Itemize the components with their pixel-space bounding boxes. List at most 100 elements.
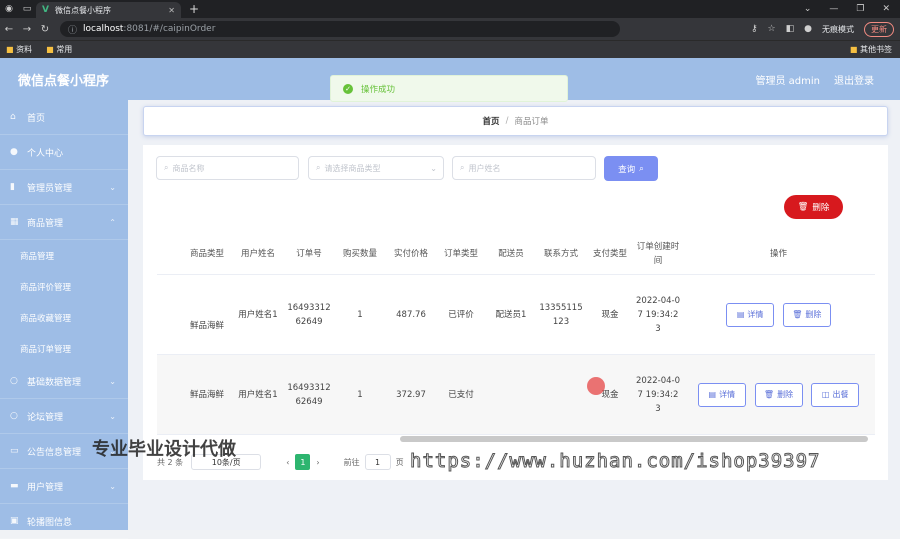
- new-tab-icon[interactable]: +: [189, 2, 199, 16]
- key-icon[interactable]: ⚷: [751, 24, 758, 34]
- notice-icon: ▭: [10, 446, 19, 456]
- url-path: :8081/#/caipinOrder: [123, 24, 216, 34]
- table-cell: 1649331262649: [287, 382, 331, 407]
- success-toast: ✓ 操作成功: [330, 75, 568, 102]
- restore-icon[interactable]: ❐: [856, 4, 864, 14]
- detail-label: 详情: [747, 309, 764, 319]
- sidebar-item-carousel[interactable]: ▣ 轮播图信息: [0, 504, 128, 539]
- goods-type-placeholder: 请选择商品类型: [324, 163, 381, 173]
- chevron-down-icon: ⌄: [109, 376, 116, 386]
- table-header-cell: 用户姓名: [240, 248, 275, 259]
- table-header-cell: 联系方式: [543, 248, 578, 259]
- sidebar: ⌂ 首页 ● 个人中心 ▮ 管理员管理 ⌄ ▦ 商品管理 ⌃ 商品管理 商品评价管理 商品收…: [0, 100, 128, 539]
- tab-icon: ▭: [22, 4, 32, 14]
- bookmark-item[interactable]: ■ 资料: [6, 44, 32, 55]
- forward-icon[interactable]: →: [18, 24, 36, 35]
- detail-button[interactable]: ▤ 详情: [726, 302, 775, 327]
- chevron-down-icon: ⌄: [109, 481, 116, 491]
- search-icon: ⌕: [164, 163, 169, 172]
- logout-link[interactable]: 退出登录: [834, 72, 874, 87]
- serve-icon: ◫: [821, 389, 830, 399]
- update-button[interactable]: 更新: [864, 21, 894, 37]
- back-icon[interactable]: ←: [0, 24, 18, 35]
- table-cell: 已支付: [448, 389, 474, 400]
- incognito-label: 无痕模式: [822, 24, 854, 34]
- jump-input[interactable]: 1: [364, 454, 391, 470]
- watermark-right: https://www.huzhan.com/ishop39397: [410, 450, 821, 473]
- user-icon: ●: [10, 147, 18, 157]
- search-icon: ⌕: [316, 163, 321, 172]
- browser-tab[interactable]: V 微信点餐小程序 ✕: [36, 2, 181, 18]
- sidebar-item-admin[interactable]: ▮ 管理员管理 ⌄: [0, 170, 128, 205]
- chevron-down-icon[interactable]: ⌄: [804, 4, 812, 14]
- sidebar-item-home[interactable]: ⌂ 首页: [0, 100, 128, 135]
- toast-message: 操作成功: [361, 84, 396, 95]
- batch-delete-button[interactable]: 🗑 删除: [784, 195, 843, 219]
- close-icon[interactable]: ✕: [882, 4, 890, 14]
- sidebar-subitem-goods[interactable]: 商品管理: [0, 240, 128, 271]
- horizontal-scrollbar[interactable]: [400, 436, 868, 442]
- actions-cell: ▤ 详情 🗑 删除: [682, 302, 875, 327]
- folder-icon: ■: [849, 45, 858, 54]
- sidebar-item-forum[interactable]: ○ 论坛管理 ⌄: [0, 399, 128, 434]
- sidebar-item-profile[interactable]: ● 个人中心: [0, 135, 128, 170]
- user-name-input[interactable]: ⌕ 用户姓名: [452, 156, 596, 180]
- sidebar-item-label: 商品管理: [27, 218, 64, 229]
- next-page-icon[interactable]: ›: [316, 458, 319, 467]
- sidebar-item-label: 论坛管理: [27, 412, 64, 423]
- reload-icon[interactable]: ↻: [36, 24, 54, 35]
- table-cell: 现金: [601, 309, 619, 320]
- sidebar-item-basedata[interactable]: ○ 基础数据管理 ⌄: [0, 364, 128, 399]
- table-cell: 用户姓名1: [238, 309, 278, 320]
- app-title: 微信点餐小程序: [18, 73, 110, 89]
- sidepanel-icon[interactable]: ◧: [786, 24, 795, 34]
- table-header-cell: 实付价格: [393, 248, 428, 259]
- table-cell: 2022-04-07 19:34:23: [636, 375, 680, 414]
- info-icon: ⓘ: [68, 25, 78, 36]
- minimize-icon[interactable]: —: [829, 4, 838, 14]
- table-cell: 用户姓名1: [238, 389, 278, 400]
- table-header-cell: 购买数量: [342, 248, 377, 259]
- table-cell: 372.97: [396, 389, 426, 400]
- delete-button[interactable]: 🗑 删除: [754, 382, 803, 407]
- serve-button[interactable]: ◫ 出餐: [811, 382, 860, 407]
- sidebar-subitem-favorites[interactable]: 商品收藏管理: [0, 302, 128, 333]
- grid-icon: ▦: [10, 217, 19, 227]
- sidebar-subitem-reviews[interactable]: 商品评价管理: [0, 271, 128, 302]
- delete-label: 删除: [777, 389, 794, 399]
- table-header-cell: 商品类型: [189, 248, 224, 259]
- sidebar-item-goods[interactable]: ▦ 商品管理 ⌃: [0, 205, 128, 240]
- table-row: 鲜品海鲜 用户姓名1 1649331262649 1 372.97 已支付 现金…: [157, 355, 875, 435]
- sidebar-item-label: 首页: [27, 113, 46, 124]
- bookmark-other[interactable]: ■ 其他书签: [850, 44, 900, 55]
- goods-type-select[interactable]: ⌕ 请选择商品类型 ⌄: [308, 156, 444, 180]
- table-header-cell: 订单号: [296, 248, 322, 259]
- goods-name-input[interactable]: ⌕ 商品名称: [156, 156, 299, 180]
- browser-menu-icon[interactable]: ◉: [0, 0, 18, 18]
- bookmarks-bar: ■ 资料 ■ 常用 ■ 其他书签: [0, 40, 900, 58]
- close-tab-icon[interactable]: ✕: [168, 6, 175, 15]
- window-controls: ⌄ — ❐ ✕: [804, 4, 900, 14]
- prev-page-icon[interactable]: ‹: [286, 458, 289, 467]
- page-number-current[interactable]: 1: [295, 454, 311, 470]
- url-field[interactable]: ⓘ localhost:8081/#/caipinOrder: [60, 21, 620, 37]
- star-icon[interactable]: ☆: [768, 24, 776, 34]
- search-button[interactable]: 查询 ⌕: [604, 156, 658, 181]
- table-header-cell: 操作: [769, 248, 787, 259]
- batch-delete-label: 删除: [812, 203, 830, 213]
- delete-button[interactable]: 🗑 删除: [782, 302, 831, 327]
- sidebar-subitem-orders[interactable]: 商品订单管理: [0, 333, 128, 364]
- sidebar-item-users[interactable]: ▬ 用户管理 ⌄: [0, 469, 128, 504]
- bookmark-item[interactable]: ■ 常用: [46, 44, 72, 55]
- detail-button[interactable]: ▤ 详情: [697, 382, 746, 407]
- sidebar-item-label: 管理员管理: [27, 183, 73, 194]
- table-header-cell: 支付类型: [592, 248, 627, 259]
- home-icon: ⌂: [10, 112, 16, 122]
- table-header-cell: 订单创建时间: [636, 241, 680, 266]
- table-cell: 2022-04-07 19:34:23: [636, 295, 680, 334]
- actions-cell: ▤ 详情 🗑 删除 ◫ 出餐: [682, 382, 875, 407]
- orders-table: 商品类型 用户姓名 订单号 购买数量 实付价格 订单类型 配送员 联系方式 支付…: [157, 233, 875, 443]
- sidebar-item-label: 公告信息管理: [27, 447, 82, 458]
- breadcrumb-home[interactable]: 首页: [483, 115, 500, 127]
- address-bar-row: ← → ↻ ⓘ localhost:8081/#/caipinOrder ⚷ ☆…: [0, 18, 900, 40]
